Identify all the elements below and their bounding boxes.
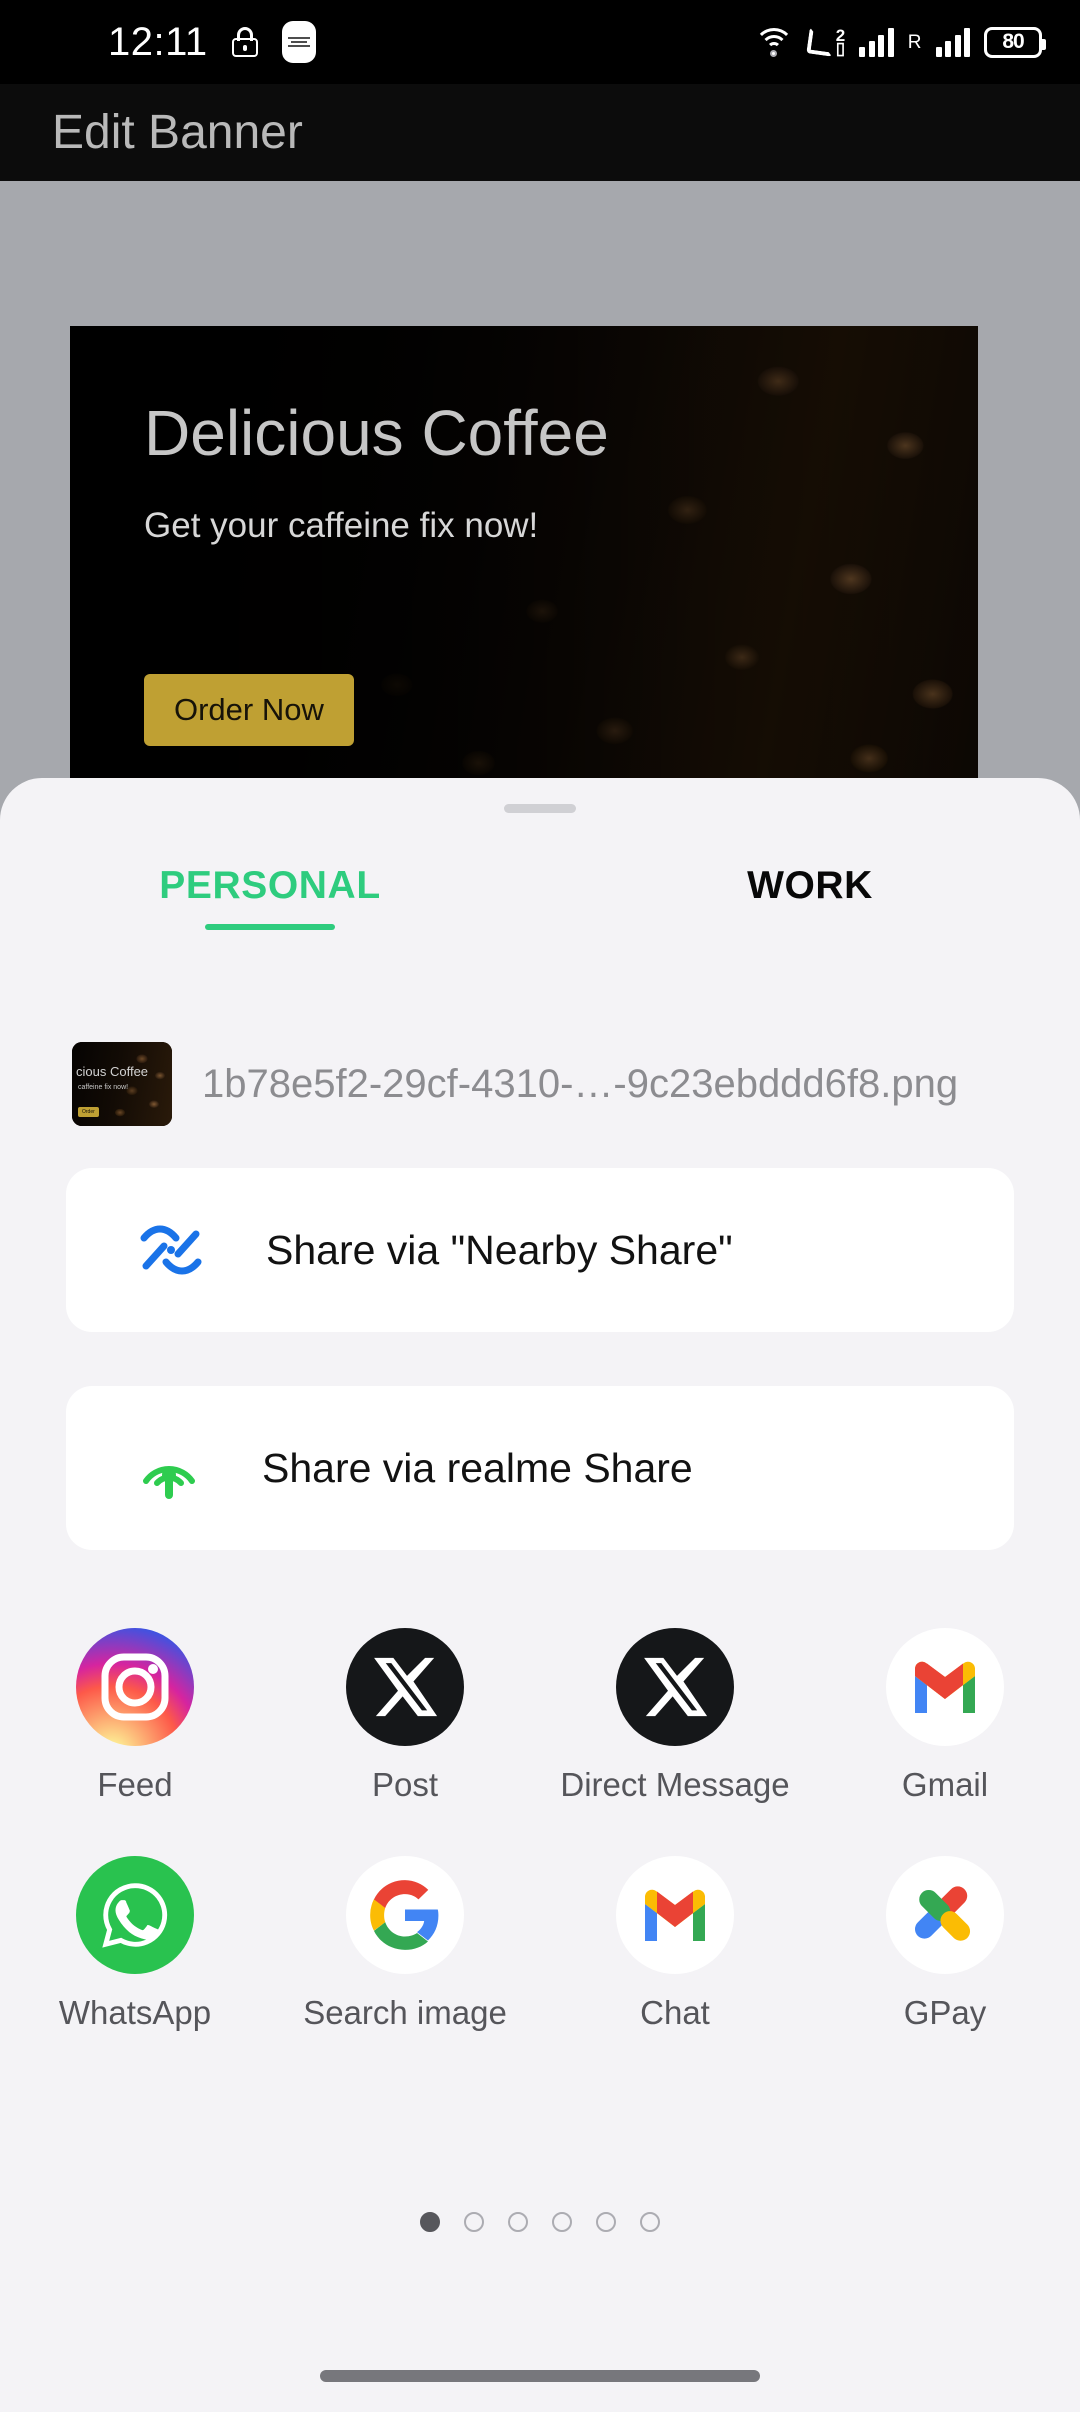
share-target-label: Gmail <box>901 1766 989 1803</box>
status-bar: 12:11 2 ▯ R 80 <box>0 0 1080 84</box>
shared-file-row[interactable]: cious Coffee caffeine fix now! Order 1b7… <box>0 1042 1080 1126</box>
roaming-label: R <box>907 31 922 53</box>
share-target-label: WhatsApp <box>58 1994 212 2031</box>
volte-call-icon: 2 ▯ <box>806 27 845 57</box>
pagination-dot[interactable] <box>596 2212 616 2232</box>
app-bar: Edit Banner <box>0 84 1080 181</box>
realme-share-icon <box>143 1466 195 1499</box>
x-twitter-icon <box>616 1628 734 1746</box>
lock-icon <box>231 27 258 57</box>
roaming-signal-bars-icon <box>935 27 970 57</box>
gmail-icon <box>886 1628 1004 1746</box>
tab-work-label: WORK <box>747 864 873 907</box>
nearby-share-icon <box>140 1225 202 1275</box>
google-pay-icon <box>886 1856 1004 1974</box>
share-target-chat[interactable]: Chat <box>540 1856 810 2032</box>
banner-title: Delicious Coffee <box>144 397 609 469</box>
thumbnail-title: cious Coffee <box>76 1064 149 1079</box>
x-twitter-icon <box>346 1628 464 1746</box>
tab-active-indicator <box>205 924 335 930</box>
pagination-dot[interactable] <box>420 2212 440 2232</box>
share-nearby-share-label: Share via "Nearby Share" <box>266 1226 733 1273</box>
wifi-icon <box>753 26 794 58</box>
banner-preview: Delicious Coffee Get your caffeine fix n… <box>70 326 978 786</box>
order-now-button[interactable]: Order Now <box>144 674 354 746</box>
battery-icon: 80 <box>984 26 1046 58</box>
battery-level: 80 <box>1002 30 1024 53</box>
pagination-dot[interactable] <box>552 2212 572 2232</box>
home-gesture-pill[interactable] <box>320 2370 760 2382</box>
share-target-feed[interactable]: Feed <box>0 1628 270 1804</box>
share-target-search-image[interactable]: Search image <box>270 1856 540 2032</box>
share-target-label: Direct Message <box>560 1766 790 1803</box>
banner-subtitle: Get your caffeine fix now! <box>144 506 539 545</box>
status-bar-right: 2 ▯ R 80 <box>753 26 1046 58</box>
thumbnail-button: Order <box>78 1107 99 1117</box>
google-icon <box>346 1856 464 1974</box>
share-target-label: Feed <box>97 1766 173 1803</box>
instagram-icon <box>76 1628 194 1746</box>
share-target-whatsapp[interactable]: WhatsApp <box>0 1856 270 2032</box>
whatsapp-icon <box>76 1856 194 1974</box>
share-target-label: Search image <box>303 1994 507 2031</box>
share-target-gpay[interactable]: GPay <box>810 1856 1080 2032</box>
status-bar-clock: 12:11 <box>108 19 208 64</box>
drag-handle[interactable] <box>504 804 576 813</box>
share-target-label: Chat <box>640 1994 710 2031</box>
share-target-grid: Feed Post Direct Message Gmail WhatsApp … <box>0 1628 1080 2084</box>
navigation-bar <box>0 2340 1080 2412</box>
share-realme-share-row[interactable]: Share via realme Share <box>66 1386 1014 1550</box>
file-thumbnail: cious Coffee caffeine fix now! Order <box>72 1042 172 1126</box>
signal-bars-icon <box>859 27 894 57</box>
pagination-dot[interactable] <box>464 2212 484 2232</box>
share-target-gmail[interactable]: Gmail <box>810 1628 1080 1804</box>
share-target-post[interactable]: Post <box>270 1628 540 1804</box>
gmail-icon <box>616 1856 734 1974</box>
pagination-dot[interactable] <box>640 2212 660 2232</box>
notification-chip-icon <box>281 21 316 63</box>
share-realme-share-label: Share via realme Share <box>262 1444 693 1491</box>
share-sheet-tabs: PERSONAL WORK <box>0 864 1080 930</box>
thumbnail-subtitle: caffeine fix now! <box>78 1084 129 1091</box>
file-name: 1b78e5f2-29cf-4310-…-9c23ebddd6f8.png <box>202 1061 959 1106</box>
page-title: Edit Banner <box>52 106 303 159</box>
share-target-direct-message[interactable]: Direct Message <box>540 1628 810 1804</box>
tab-personal-label: PERSONAL <box>159 864 381 907</box>
share-bottom-sheet: PERSONAL WORK cious Coffee caffeine fix … <box>0 778 1080 2412</box>
pagination-dots[interactable] <box>0 2212 1080 2232</box>
tab-work[interactable]: WORK <box>540 864 1080 930</box>
share-target-label: Post <box>371 1766 439 1803</box>
share-target-label: GPay <box>903 1994 987 2031</box>
tab-personal[interactable]: PERSONAL <box>0 864 540 930</box>
status-bar-left: 12:11 <box>0 20 316 65</box>
share-nearby-share-row[interactable]: Share via "Nearby Share" <box>66 1168 1014 1332</box>
pagination-dot[interactable] <box>508 2212 528 2232</box>
